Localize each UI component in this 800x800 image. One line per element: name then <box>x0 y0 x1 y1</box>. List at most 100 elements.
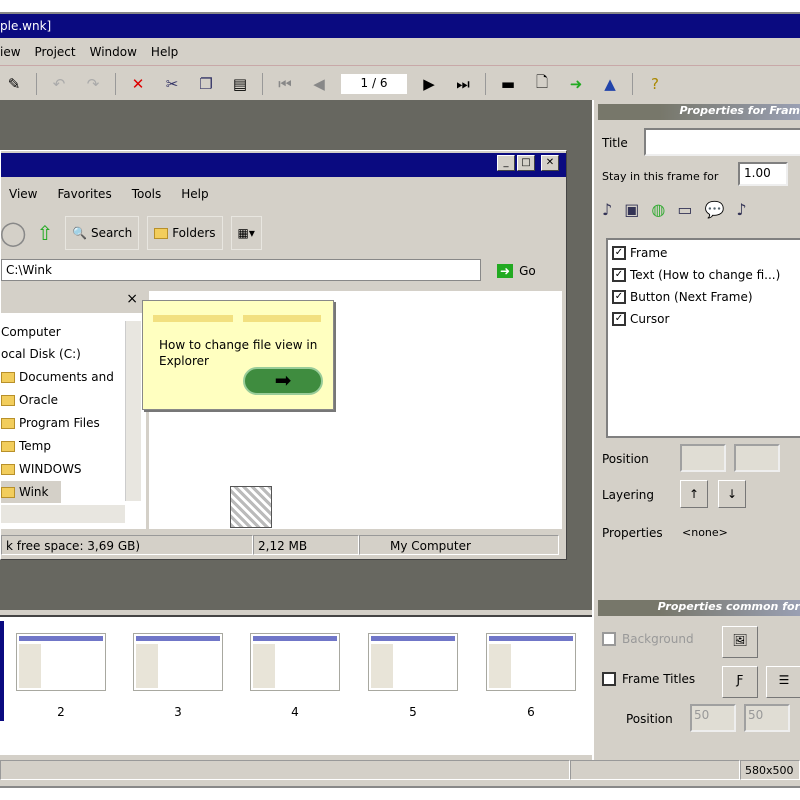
capture-icon[interactable]: ✎ <box>2 72 26 96</box>
menu-help[interactable]: Help <box>151 45 178 65</box>
arrow-right-icon[interactable]: ➜ <box>564 72 588 96</box>
folders-pane: × Computer ocal Disk (C:) Documents and … <box>1 291 146 529</box>
add-button-icon[interactable]: ▭ <box>677 200 692 219</box>
redo-icon[interactable]: ↷ <box>81 72 105 96</box>
toolbar: ✎ ↶ ↷ ✕ ✂ ❐ ▤ ⏮ ◀ 1 / 6 ▶ ⏭ ▬ 🗋 ➜ ▲ ? <box>0 68 800 100</box>
paste-icon[interactable]: ▤ <box>228 72 252 96</box>
next-frame-icon[interactable]: ▶ <box>417 72 441 96</box>
decor-bar <box>153 315 233 322</box>
explorer-menu-help: Help <box>181 187 209 201</box>
object-item[interactable]: ✓ Frame <box>612 242 667 264</box>
maximize-icon: □ <box>517 155 535 171</box>
position-y-input[interactable] <box>734 444 780 472</box>
frame-thumbnail[interactable] <box>368 633 458 691</box>
checkbox-checked[interactable]: ✓ <box>612 246 626 260</box>
title-label: Title <box>602 136 628 150</box>
add-text-icon[interactable]: 💬 <box>704 200 724 219</box>
cursor-object[interactable] <box>230 486 272 528</box>
folder-icon <box>1 394 15 406</box>
menu-project[interactable]: Project <box>35 45 76 65</box>
font-button[interactable]: Ƒ <box>722 666 758 698</box>
explorer-menu-favorites: Favorites <box>57 187 112 201</box>
title-style-button[interactable]: ☰ <box>766 666 800 698</box>
first-frame-icon[interactable]: ⏮ <box>273 72 297 96</box>
search-label: Search <box>90 226 133 240</box>
filmstrip[interactable]: 2 3 4 5 6 <box>0 615 592 755</box>
more-icon[interactable]: ♪ <box>736 200 746 219</box>
title-input[interactable] <box>644 128 800 156</box>
explorer-status-bar: k free space: 3,69 GB) 2,12 MB My Comput… <box>1 535 566 557</box>
audio-icon[interactable]: ♪ <box>602 200 612 219</box>
tree-label: ocal Disk (C:) <box>1 347 81 361</box>
explorer-menu: View Favorites Tools Help <box>1 183 566 207</box>
object-list[interactable]: ✓ Frame ✓ Text (How to change fi...) ✓ Butt… <box>606 238 800 438</box>
common-position-label: Position <box>626 712 673 726</box>
copy-icon[interactable]: ❐ <box>194 72 218 96</box>
frame-thumbnail[interactable] <box>133 633 223 691</box>
render-icon[interactable]: ▬ <box>496 72 520 96</box>
position-x-input[interactable] <box>680 444 726 472</box>
add-image-icon[interactable]: ▣ <box>624 200 639 219</box>
frame-thumbnail[interactable] <box>486 633 576 691</box>
tree-item: Documents and <box>1 366 126 388</box>
status-pane <box>570 760 740 780</box>
explorer-title-bar <box>1 153 566 177</box>
window-title: ple.wnk] <box>0 19 52 33</box>
object-item[interactable]: ✓ Cursor <box>612 308 669 330</box>
menu-window[interactable]: Window <box>90 45 137 65</box>
frame-thumbnail[interactable] <box>250 633 340 691</box>
checkbox-checked[interactable]: ✓ <box>612 312 626 326</box>
common-position-x[interactable]: 50 <box>690 704 736 732</box>
background-checkbox-row[interactable]: Background <box>602 632 694 646</box>
help-icon[interactable]: ? <box>643 72 667 96</box>
background-image-button[interactable]: 🖼 <box>722 626 758 658</box>
browser-icon[interactable]: ▲ <box>598 72 622 96</box>
checkbox-checked[interactable]: ✓ <box>612 268 626 282</box>
folder-icon <box>1 486 15 498</box>
object-item[interactable]: ✓ Text (How to change fi...) <box>612 264 780 286</box>
frame-titles-checkbox-row[interactable]: Frame Titles <box>602 672 695 686</box>
menu-view[interactable]: iew <box>0 45 21 65</box>
folder-icon <box>1 463 15 475</box>
add-shape-icon[interactable]: ◍ <box>651 200 665 219</box>
tree-item: Program Files <box>1 412 126 434</box>
tree-item: ocal Disk (C:) <box>1 343 126 365</box>
folders-button: Folders <box>147 216 223 250</box>
prev-frame-icon[interactable]: ◀ <box>307 72 331 96</box>
properties-label: Properties <box>602 526 663 540</box>
tree-label: Documents and <box>19 370 114 384</box>
document-icon[interactable]: 🗋 <box>530 72 554 96</box>
delete-icon[interactable]: ✕ <box>126 72 150 96</box>
decor-bar <box>243 315 321 322</box>
layering-label: Layering <box>602 488 655 502</box>
stay-label: Stay in this frame for <box>602 170 719 183</box>
tree-horizontal-scrollbar <box>1 505 125 523</box>
common-position-y[interactable]: 50 <box>744 704 790 732</box>
text-box-object[interactable]: How to change file view in Explorer ➡ <box>142 300 334 410</box>
object-item[interactable]: ✓ Button (Next Frame) <box>612 286 753 308</box>
last-frame-icon[interactable]: ⏭ <box>451 72 475 96</box>
frame-titles-checkbox[interactable] <box>602 672 616 686</box>
position-label: Position <box>602 452 649 466</box>
separator <box>632 73 633 95</box>
frame-thumbnail[interactable] <box>16 633 106 691</box>
tree-item: WINDOWS <box>1 458 126 480</box>
go-label: Go <box>519 264 536 278</box>
frame-counter[interactable]: 1 / 6 <box>341 74 407 94</box>
tree-item: Computer <box>1 321 126 343</box>
next-frame-button-object[interactable]: ➡ <box>243 367 323 395</box>
selected-frame-1[interactable] <box>0 621 4 721</box>
cut-icon[interactable]: ✂ <box>160 72 184 96</box>
checkbox-checked[interactable]: ✓ <box>612 290 626 304</box>
separator <box>115 73 116 95</box>
undo-icon[interactable]: ↶ <box>47 72 71 96</box>
text-box-text: How to change file view in Explorer <box>159 338 318 368</box>
layer-up-button[interactable]: ↑ <box>680 480 708 508</box>
status-pane <box>0 760 570 780</box>
layer-down-button[interactable]: ↓ <box>718 480 746 508</box>
folder-icon <box>1 417 15 429</box>
stay-duration-input[interactable]: 1.00 <box>738 162 788 186</box>
background-checkbox[interactable] <box>602 632 616 646</box>
status-size: 2,12 MB <box>253 535 359 555</box>
tree-label: Computer <box>1 325 61 339</box>
